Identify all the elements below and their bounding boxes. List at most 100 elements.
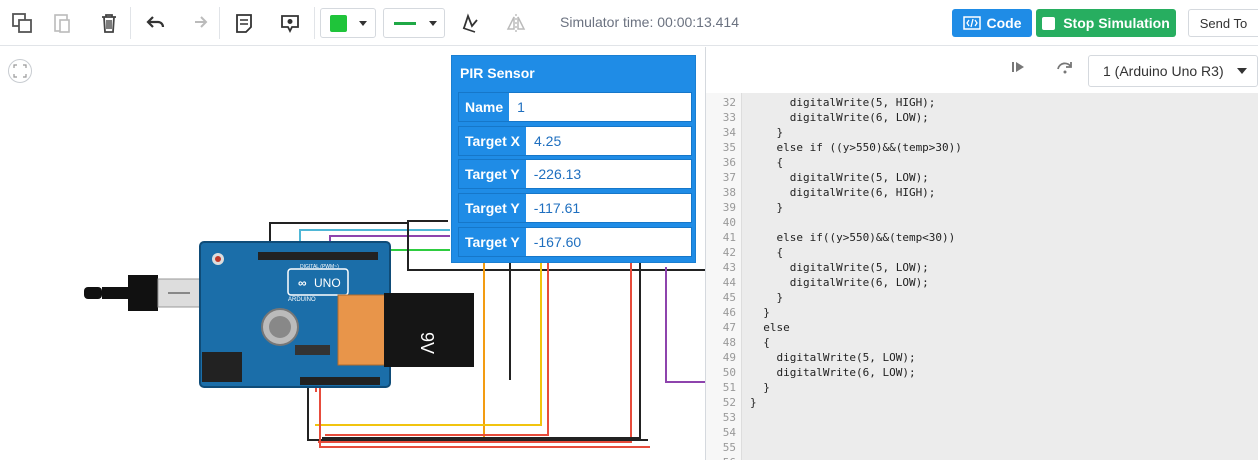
rotate-icon[interactable] bbox=[456, 9, 484, 37]
line-number: 37 bbox=[722, 171, 736, 184]
chevron-down-icon bbox=[1237, 68, 1247, 74]
line-number: 32 bbox=[722, 96, 736, 109]
code-text: digitalWrite(5, LOW); bbox=[750, 351, 916, 364]
code-line: 44 digitalWrite(6, LOW); bbox=[706, 275, 1258, 290]
line-number: 45 bbox=[722, 291, 736, 304]
field-label: Name bbox=[459, 93, 510, 121]
field-value[interactable]: -226.13 bbox=[526, 160, 691, 188]
line-number: 51 bbox=[722, 381, 736, 394]
code-text: else if ((y>550)&&(temp>30)) bbox=[750, 141, 962, 154]
code-line: 32 digitalWrite(5, HIGH); bbox=[706, 95, 1258, 110]
step-icon[interactable] bbox=[1010, 59, 1026, 80]
stop-simulation-button[interactable]: Stop Simulation bbox=[1036, 9, 1176, 37]
line-number: 41 bbox=[722, 231, 736, 244]
code-text: } bbox=[750, 381, 770, 394]
line-number: 34 bbox=[722, 126, 736, 139]
send-to-button[interactable]: Send To bbox=[1188, 9, 1258, 37]
notes-visibility-icon[interactable] bbox=[276, 9, 304, 37]
target-y-field[interactable]: Target Y -167.60 bbox=[458, 227, 692, 257]
code-button[interactable]: Code bbox=[952, 9, 1032, 37]
field-value[interactable]: -117.61 bbox=[526, 194, 691, 222]
wire-style-dropdown[interactable] bbox=[383, 8, 445, 38]
redo-icon[interactable] bbox=[184, 9, 212, 37]
note-icon[interactable] bbox=[230, 9, 258, 37]
line-number: 49 bbox=[722, 351, 736, 364]
code-text: { bbox=[750, 336, 770, 349]
code-text: digitalWrite(5, HIGH); bbox=[750, 96, 936, 109]
code-line: 43 digitalWrite(5, LOW); bbox=[706, 260, 1258, 275]
toolbar: Simulator time: 00:00:13.414 Code Stop S… bbox=[0, 0, 1258, 46]
code-line: 54 bbox=[706, 425, 1258, 440]
code-line: 39 } bbox=[706, 200, 1258, 215]
stop-simulation-label: Stop Simulation bbox=[1063, 15, 1170, 31]
code-button-label: Code bbox=[986, 15, 1022, 31]
code-text: digitalWrite(6, LOW); bbox=[750, 276, 929, 289]
code-text: digitalWrite(5, LOW); bbox=[750, 261, 929, 274]
field-value[interactable]: 1 bbox=[509, 93, 691, 121]
code-line: 53 bbox=[706, 410, 1258, 425]
field-value[interactable]: -167.60 bbox=[526, 228, 691, 256]
code-line: 55 bbox=[706, 440, 1258, 455]
code-line: 33 digitalWrite(6, LOW); bbox=[706, 110, 1258, 125]
code-line: 56 bbox=[706, 455, 1258, 460]
line-number: 40 bbox=[722, 216, 736, 229]
code-line: 47 else bbox=[706, 320, 1258, 335]
step-over-icon[interactable] bbox=[1056, 59, 1074, 80]
code-line: 51 } bbox=[706, 380, 1258, 395]
code-text: digitalWrite(6, HIGH); bbox=[750, 186, 936, 199]
code-line: 42 { bbox=[706, 245, 1258, 260]
field-label: Target Y bbox=[459, 160, 526, 188]
code-text: digitalWrite(6, LOW); bbox=[750, 366, 916, 379]
code-line: 49 digitalWrite(5, LOW); bbox=[706, 350, 1258, 365]
code-line: 48 { bbox=[706, 335, 1258, 350]
field-label: Target Y bbox=[459, 194, 526, 222]
pir-sensor-popup: PIR Sensor Name 1 Target X 4.25 Target Y… bbox=[451, 55, 696, 263]
target-y-field[interactable]: Target Y -117.61 bbox=[458, 193, 692, 223]
trash-icon[interactable] bbox=[95, 9, 123, 37]
battery-label: 9V bbox=[417, 332, 437, 354]
line-number: 42 bbox=[722, 246, 736, 259]
code-text: } bbox=[750, 306, 770, 319]
field-value[interactable]: 4.25 bbox=[526, 127, 691, 155]
undo-icon[interactable] bbox=[142, 9, 170, 37]
name-field[interactable]: Name 1 bbox=[458, 92, 692, 122]
target-x-field[interactable]: Target X 4.25 bbox=[458, 126, 692, 156]
line-number: 54 bbox=[722, 426, 736, 439]
code-line: 50 digitalWrite(6, LOW); bbox=[706, 365, 1258, 380]
code-line: 34 } bbox=[706, 125, 1258, 140]
line-number: 48 bbox=[722, 336, 736, 349]
field-label: Target X bbox=[459, 127, 526, 155]
code-text: { bbox=[750, 246, 784, 259]
arduino-brand: ARDUINO bbox=[288, 297, 316, 303]
code-line: 40 bbox=[706, 215, 1258, 230]
flip-icon[interactable] bbox=[502, 9, 530, 37]
line-number: 35 bbox=[722, 141, 736, 154]
code-line: 38 digitalWrite(6, HIGH); bbox=[706, 185, 1258, 200]
copy-icon[interactable] bbox=[8, 9, 36, 37]
board-select[interactable]: 1 (Arduino Uno R3) bbox=[1088, 55, 1258, 87]
send-to-label: Send To bbox=[1199, 15, 1248, 31]
code-editor[interactable]: 32 digitalWrite(5, HIGH); 33 digitalWrite… bbox=[705, 93, 1258, 460]
code-text: digitalWrite(5, LOW); bbox=[750, 171, 929, 184]
code-icon bbox=[962, 16, 981, 30]
arduino-logo: UNO bbox=[314, 276, 341, 290]
code-text: } bbox=[750, 396, 757, 409]
paste-icon[interactable] bbox=[48, 9, 76, 37]
fill-color-dropdown[interactable] bbox=[320, 8, 376, 38]
code-line: 46 } bbox=[706, 305, 1258, 320]
code-text: } bbox=[750, 291, 784, 304]
target-y-field[interactable]: Target Y -226.13 bbox=[458, 159, 692, 189]
code-line: 41 else if((y>550)&&(temp<30)) bbox=[706, 230, 1258, 245]
line-number: 36 bbox=[722, 156, 736, 169]
code-text: else bbox=[750, 321, 790, 334]
line-number: 38 bbox=[722, 186, 736, 199]
code-line: 37 digitalWrite(5, LOW); bbox=[706, 170, 1258, 185]
board-select-label: 1 (Arduino Uno R3) bbox=[1103, 63, 1224, 79]
line-number: 46 bbox=[722, 306, 736, 319]
chevron-down-icon bbox=[359, 21, 367, 26]
code-text: else if((y>550)&&(temp<30)) bbox=[750, 231, 956, 244]
line-number: 39 bbox=[722, 201, 736, 214]
line-number: 50 bbox=[722, 366, 736, 379]
code-text: { bbox=[750, 156, 784, 169]
line-number: 55 bbox=[722, 441, 736, 454]
